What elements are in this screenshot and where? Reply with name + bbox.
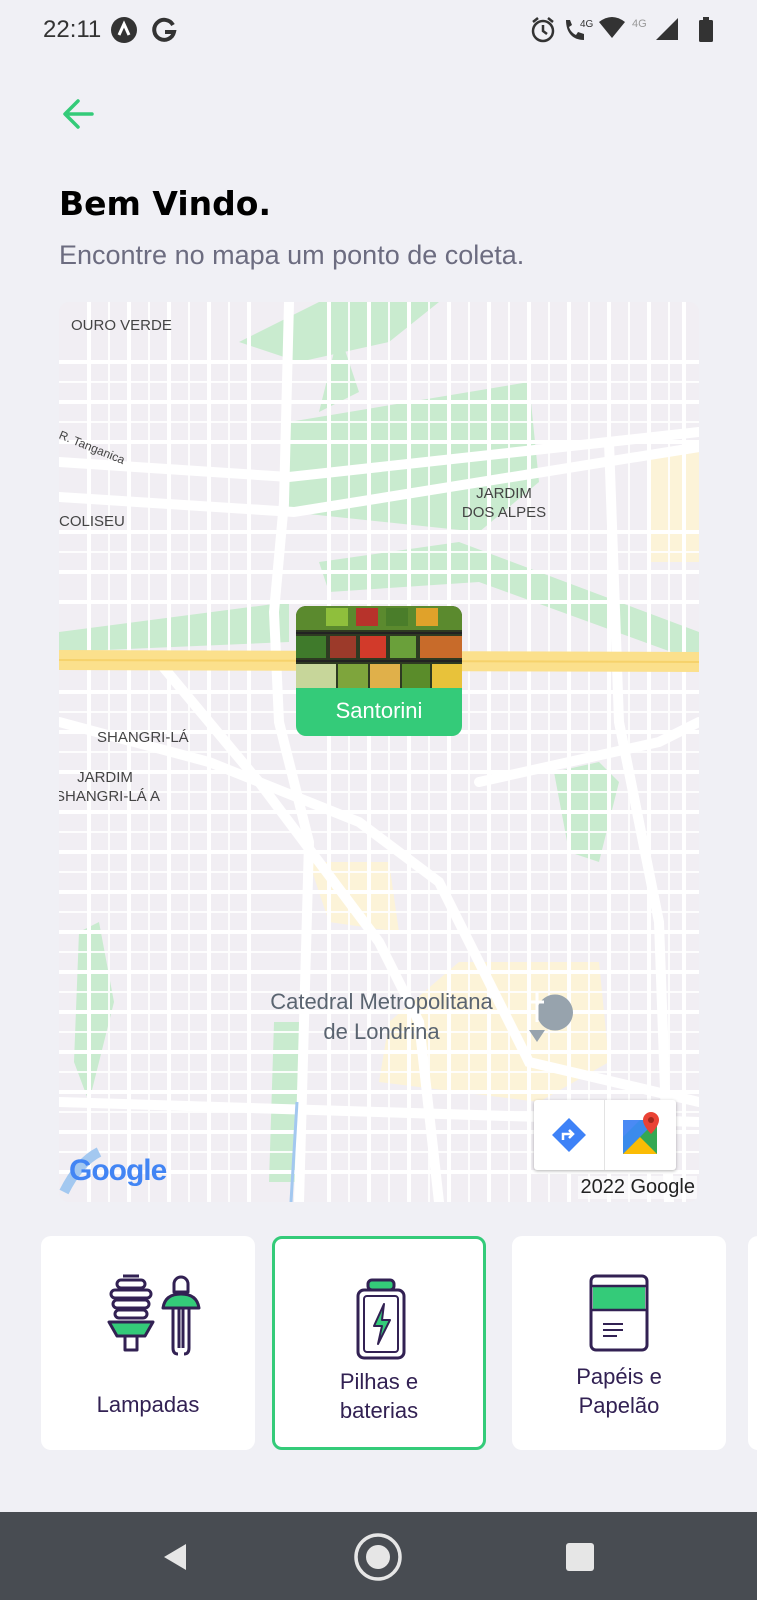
- item-label: Lampadas: [96, 1392, 200, 1417]
- map-label-jardim-dos-alpes: JARDIM DOS ALPES: [461, 485, 547, 521]
- recents-nav-icon: [566, 1543, 594, 1571]
- google-maps-icon: [623, 1112, 659, 1154]
- map-tiles: [59, 302, 699, 1202]
- app-notification-icon: [111, 17, 137, 43]
- page-subtitle: Encontre no mapa um ponto de coleta.: [59, 240, 525, 270]
- map-label-shangri-la: SHANGRI-LÁ: [97, 729, 189, 746]
- item-papeis-papelao[interactable]: Papéis e Papelão: [512, 1236, 726, 1450]
- google-logo-text: Google: [69, 1154, 167, 1187]
- battery-icon: [699, 17, 713, 42]
- map-toolbar: [534, 1100, 676, 1170]
- map-marker-santorini[interactable]: Santorini: [296, 606, 462, 736]
- svg-text:4G: 4G: [632, 18, 647, 30]
- directions-icon: [552, 1118, 586, 1152]
- google-logo: Google: [69, 1154, 167, 1188]
- back-nav-icon: [164, 1544, 186, 1570]
- status-time: 22:11: [43, 16, 102, 43]
- map-label-ouro-verde: OURO VERDE: [71, 317, 172, 334]
- item-partial-next[interactable]: [748, 1236, 757, 1450]
- item-label: Papéis e Papelão: [576, 1364, 662, 1418]
- page-title: Bem Vindo.: [59, 184, 272, 223]
- signal-4g-icon: 4G: [632, 18, 678, 40]
- home-nav-icon: [354, 1533, 402, 1581]
- item-lampadas[interactable]: Lampadas: [41, 1236, 255, 1450]
- map-label-jardim-shangri-la-a: JARDIM SHANGRI-LÁ A: [59, 769, 161, 805]
- marker-label: Santorini: [296, 688, 462, 736]
- item-pilhas-baterias[interactable]: Pilhas e baterias: [272, 1236, 486, 1450]
- map-label-catedral: Catedral Metropolitana de Londrina: [270, 989, 493, 1044]
- arrow-left-icon: [63, 99, 94, 129]
- alarm-icon: [531, 17, 555, 43]
- item-label: Pilhas e baterias: [339, 1369, 419, 1423]
- volte-call-icon: 4G: [566, 19, 594, 40]
- directions-button[interactable]: [534, 1100, 605, 1170]
- nav-back-button[interactable]: [150, 1532, 200, 1582]
- nav-recents-button[interactable]: [555, 1532, 605, 1582]
- map-copyright: 2022 Google: [578, 1176, 697, 1199]
- status-bar: 22:11 4G 4G: [0, 0, 757, 58]
- system-nav-bar: [0, 1512, 757, 1600]
- produce-shelf-image: [296, 606, 462, 688]
- map-view[interactable]: OURO VERDE R. Tanganica COLISEU JARDIM D…: [59, 302, 699, 1202]
- map-label-coliseu: COLISEU: [59, 513, 125, 530]
- nav-home-button[interactable]: [353, 1532, 403, 1582]
- svg-text:4G: 4G: [580, 19, 594, 30]
- back-button[interactable]: [56, 92, 106, 136]
- wifi-icon: [599, 17, 625, 38]
- open-google-maps-button[interactable]: [605, 1100, 675, 1170]
- google-icon: [152, 17, 177, 42]
